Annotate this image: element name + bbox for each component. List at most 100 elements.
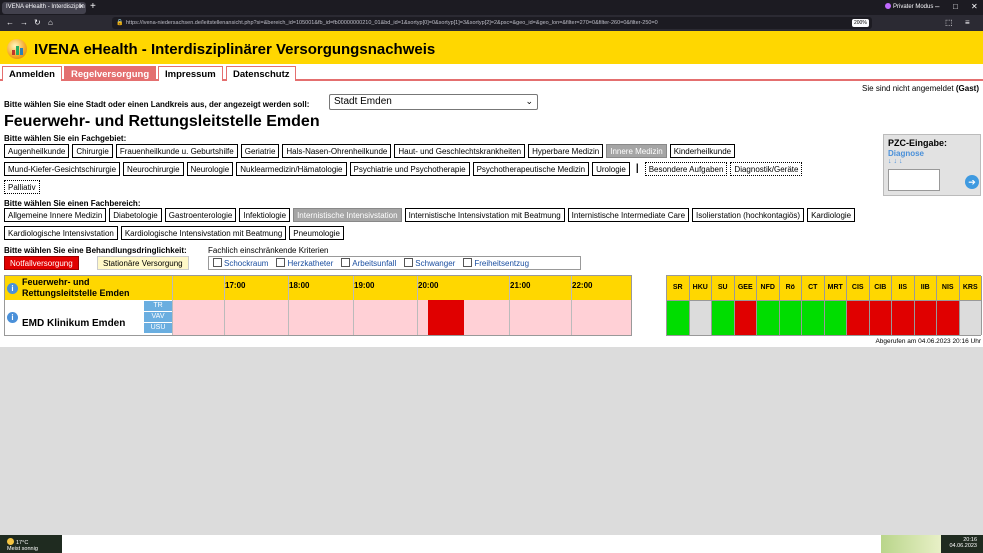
- fachgebiet-button[interactable]: Geriatrie: [240, 144, 280, 158]
- fachgebiet-button[interactable]: Neurochirurgie: [123, 162, 184, 176]
- minimize-icon[interactable]: –: [935, 2, 939, 11]
- fachbereich-button[interactable]: Pneumologie: [289, 226, 344, 240]
- url-bar[interactable]: 🔒 https://ivena-niedersachsen.de/leitste…: [112, 17, 872, 29]
- fachgebiet-button-selected[interactable]: Innere Medizin: [606, 144, 667, 158]
- taskbar-clock[interactable]: 20:16 04.06.2023: [949, 537, 977, 549]
- fachbereich-button[interactable]: Kardiologische Intensivstation: [4, 226, 118, 240]
- stadt-select[interactable]: Stadt Emden ⌄: [329, 94, 538, 110]
- fachgebiet-button[interactable]: Frauenheilkunde u. Geburtshilfe: [115, 144, 238, 158]
- fachgebiet-button[interactable]: Nuklearmedizin/Hämatologie: [236, 162, 347, 176]
- stationaere-versorgung-button[interactable]: Stationäre Versorgung: [97, 256, 189, 270]
- fachgebiet-button[interactable]: Psychiatrie und Psychotherapie: [349, 162, 470, 176]
- fachgebiet-button[interactable]: Haut- und Geschlechtskrankheiten: [394, 144, 526, 158]
- hospital-name[interactable]: EMD Klinikum Emden: [22, 318, 125, 329]
- status-cell[interactable]: [847, 300, 870, 335]
- fachgebiet-button[interactable]: Psychotherapeutische Medizin: [472, 162, 590, 176]
- status-cell[interactable]: [757, 300, 780, 335]
- dringlichkeit-label: Bitte wählen Sie eine Behandlungsdringli…: [4, 246, 187, 255]
- checkbox-icon[interactable]: [213, 258, 222, 267]
- pzc-input[interactable]: [888, 169, 940, 191]
- profile-vav[interactable]: VAV: [144, 312, 172, 322]
- checkbox-icon[interactable]: [341, 258, 351, 267]
- fachgebiet-button[interactable]: Kinderheilkunde: [669, 144, 736, 158]
- menu-regelversorgung[interactable]: Regelversorgung: [64, 66, 157, 81]
- fachgebiet-button-extra[interactable]: Palliativ: [4, 180, 40, 194]
- info-icon[interactable]: i: [7, 312, 18, 323]
- home-icon[interactable]: ⌂: [48, 18, 53, 27]
- fachbereich-button[interactable]: Kardiologie: [807, 208, 856, 222]
- separator: |: [635, 163, 639, 174]
- fachgebiet-button-extra[interactable]: Besondere Aufgaben: [644, 162, 728, 176]
- status-cell[interactable]: [802, 300, 825, 335]
- fachbereich-button[interactable]: Infektiologie: [239, 208, 291, 222]
- window-close-icon[interactable]: ✕: [971, 2, 978, 11]
- taskbar-search-area[interactable]: [62, 535, 881, 553]
- status-cell[interactable]: [892, 300, 915, 335]
- status-cell[interactable]: [689, 300, 712, 335]
- fachbereich-button-selected[interactable]: Internistische Intensivstation: [293, 208, 402, 222]
- status-cell[interactable]: [869, 300, 892, 335]
- fachgebiet-button[interactable]: Neurologie: [186, 162, 234, 176]
- fachbereich-button[interactable]: Diabetologie: [109, 208, 162, 222]
- fachgebiet-button[interactable]: Chirurgie: [72, 144, 113, 158]
- new-tab-icon[interactable]: +: [90, 1, 96, 12]
- status-cell[interactable]: [824, 300, 847, 335]
- extensions-icon[interactable]: ⬚: [945, 18, 953, 27]
- fachgebiet-button[interactable]: Hals-Nasen-Ohrenheilkunde: [282, 144, 392, 158]
- fachgebiet-button[interactable]: Hyperbare Medizin: [528, 144, 604, 158]
- weather-widget[interactable]: 17°C Meist sonnig: [7, 538, 38, 552]
- status-column-4: NFD: [757, 276, 780, 335]
- fachbereich-button[interactable]: Internistische Intensivstation mit Beatm…: [404, 208, 565, 222]
- status-cell[interactable]: [712, 300, 735, 335]
- reload-icon[interactable]: ↻: [34, 18, 41, 27]
- kriterium-schwanger[interactable]: Schwanger: [404, 258, 455, 268]
- pzc-go-icon[interactable]: ➔: [965, 175, 979, 189]
- status-cell[interactable]: [779, 300, 802, 335]
- forward-icon[interactable]: →: [20, 18, 28, 27]
- notfallversorgung-button[interactable]: Notfallversorgung: [4, 256, 79, 270]
- fachbereich-button[interactable]: Isolierstation (hochkontagiös): [692, 208, 805, 222]
- status-cell[interactable]: [937, 300, 960, 335]
- menu-impressum[interactable]: Impressum: [158, 66, 223, 81]
- info-icon[interactable]: i: [7, 283, 18, 294]
- profile-usu[interactable]: USU: [144, 323, 172, 333]
- page-content: IVENA eHealth - Interdisziplinärer Verso…: [0, 31, 983, 347]
- checkbox-icon[interactable]: [276, 258, 286, 267]
- kriterium-freiheitsentzug[interactable]: Freiheitsentzug: [463, 258, 529, 268]
- fachbereich-button[interactable]: Allgemeine Innere Medizin: [4, 208, 107, 222]
- ivena-logo-icon: [7, 39, 27, 59]
- checkbox-icon[interactable]: [404, 258, 414, 267]
- fachgebiet-button[interactable]: Augenheilkunde: [4, 144, 70, 158]
- close-tab-icon[interactable]: ✕: [79, 3, 84, 10]
- time-tick: 22:00: [572, 281, 593, 290]
- profile-tr[interactable]: TR: [144, 301, 172, 311]
- zoom-badge[interactable]: 200%: [852, 19, 869, 27]
- pzc-diagnose-link[interactable]: Diagnose: [888, 149, 924, 158]
- fachgebiet-button-extra[interactable]: Diagnostik/Geräte: [730, 162, 803, 176]
- fachbereich-button[interactable]: Gastroenterologie: [164, 208, 237, 222]
- kriterium-arbeitsunfall[interactable]: Arbeitsunfall: [341, 258, 396, 268]
- fachbereich-button[interactable]: Internistische Intermediate Care: [567, 208, 690, 222]
- maximize-icon[interactable]: □: [953, 2, 958, 11]
- checkbox-icon[interactable]: [463, 258, 473, 267]
- sun-icon: [7, 538, 14, 545]
- status-cell[interactable]: [734, 300, 757, 335]
- kriterien-label: Fachlich einschränkende Kriterien: [208, 246, 329, 255]
- fachbereich-button[interactable]: Kardiologische Intensivstation mit Beatm…: [120, 226, 287, 240]
- time-tick: 18:00: [289, 281, 310, 290]
- browser-tab[interactable]: IVENA eHealth - Interdisziplin: [2, 2, 86, 14]
- fachgebiet-button[interactable]: Mund-Kiefer-Gesichtschirurgie: [4, 162, 121, 176]
- menu-anmelden[interactable]: Anmelden: [2, 66, 62, 81]
- kriterium-schockraum[interactable]: Schockraum: [213, 258, 268, 268]
- status-column-header: NFD: [757, 276, 780, 300]
- menu-datenschutz[interactable]: Datenschutz: [226, 66, 297, 81]
- status-column-9: CIB: [869, 276, 892, 335]
- menu-icon[interactable]: ≡: [965, 18, 970, 27]
- status-cell[interactable]: [667, 300, 690, 335]
- status-cell[interactable]: [959, 300, 982, 335]
- status-cell[interactable]: [914, 300, 937, 335]
- kriterium-herzkatheter[interactable]: Herzkatheter: [276, 258, 333, 268]
- back-icon[interactable]: ←: [6, 18, 14, 27]
- lock-icon: 🔒: [116, 20, 124, 26]
- fachgebiet-button[interactable]: Urologie: [592, 162, 630, 176]
